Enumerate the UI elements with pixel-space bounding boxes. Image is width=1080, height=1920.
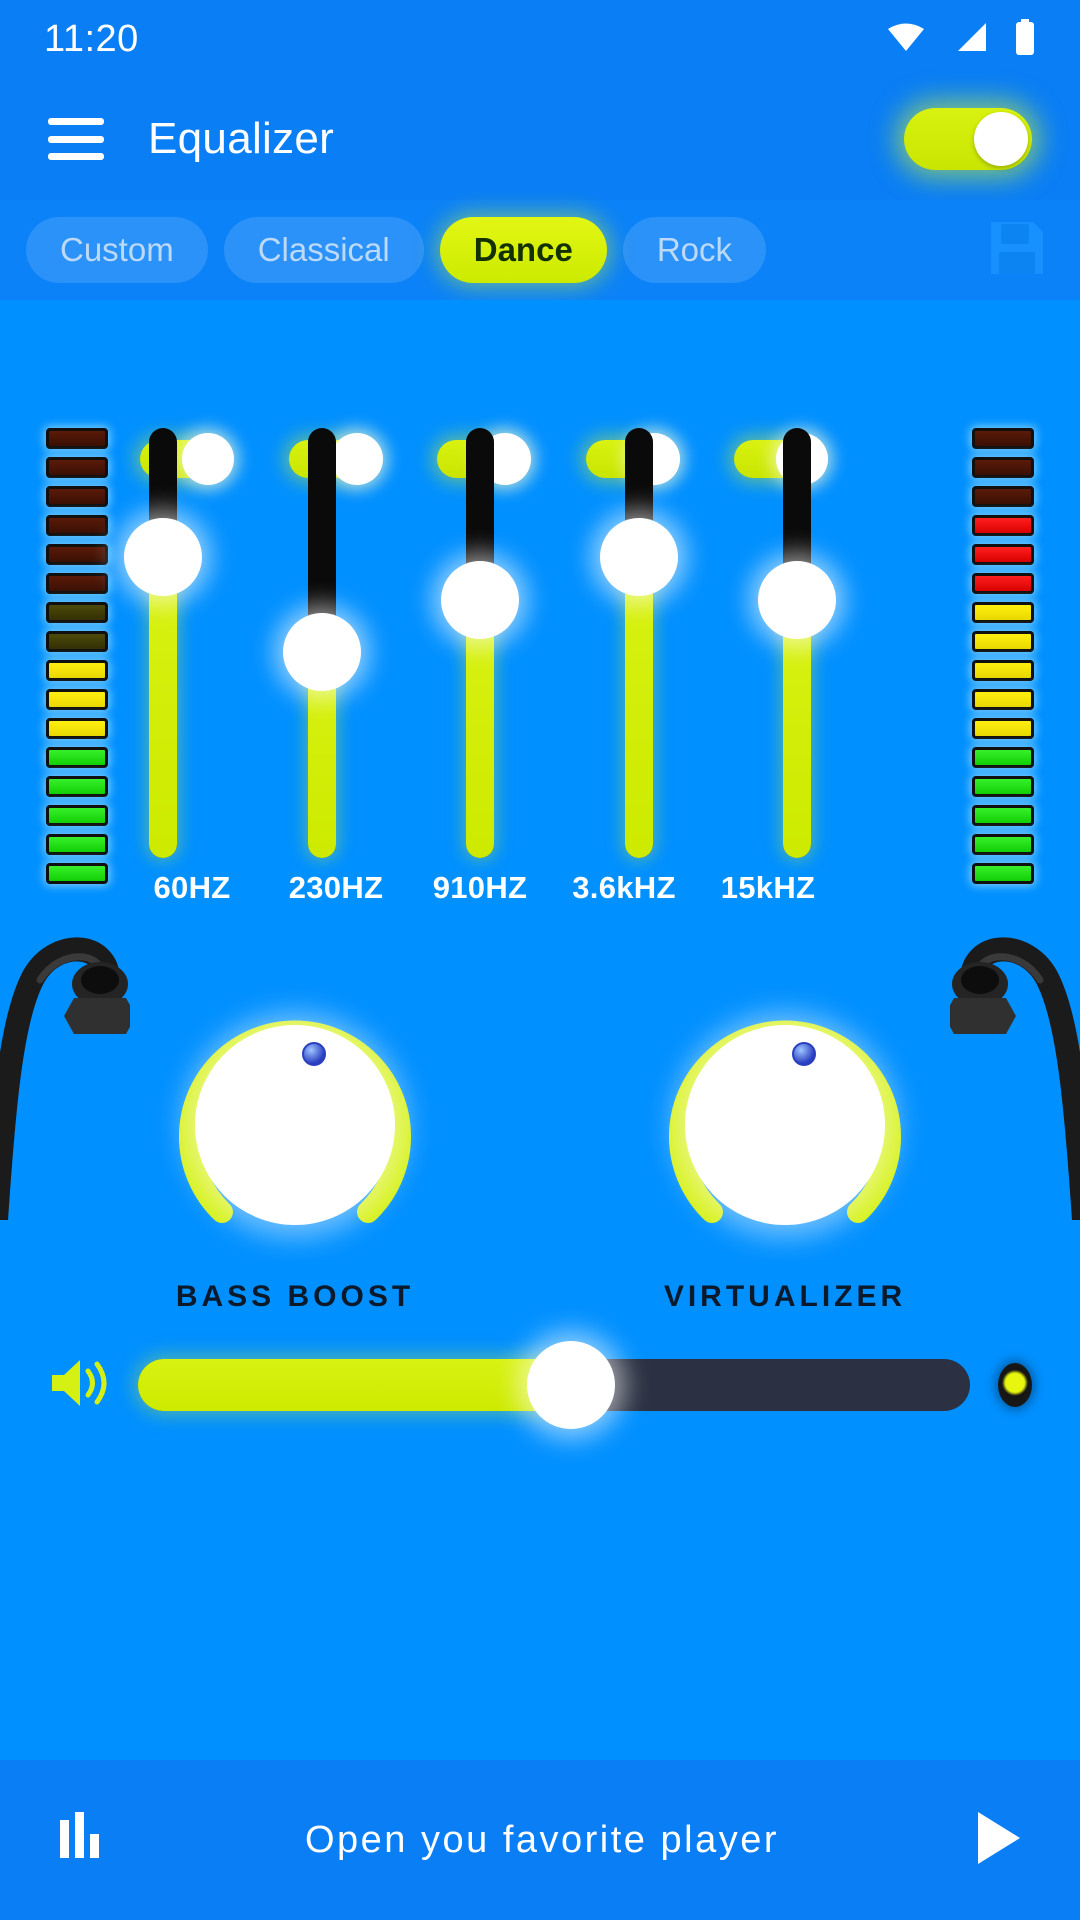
preset-tab-rock[interactable]: Rock — [622, 217, 766, 283]
vu-segment — [46, 805, 108, 826]
volume-max-indicator[interactable] — [998, 1363, 1032, 1407]
vu-segment — [46, 689, 108, 710]
freq-label-60hz: 60HZ — [153, 870, 231, 905]
equalizer-bars-icon — [56, 1810, 112, 1871]
vu-segment — [972, 428, 1034, 449]
volume-slider-fill — [138, 1359, 571, 1411]
vu-segment — [46, 747, 108, 768]
vu-segment — [972, 573, 1034, 594]
band-slider-15khz[interactable] — [758, 428, 836, 858]
vu-segment — [46, 544, 108, 565]
vu-segment — [46, 515, 108, 536]
band-slider-thumb[interactable] — [282, 612, 361, 691]
speaker-volume-icon[interactable] — [48, 1355, 110, 1416]
vu-segment — [972, 631, 1034, 652]
save-preset-button[interactable] — [980, 213, 1054, 287]
vu-segment — [46, 602, 108, 623]
bass-boost-knob[interactable]: BASS BOOST — [150, 980, 440, 1313]
band-slider-60hz[interactable] — [124, 428, 202, 858]
virtualizer-knob[interactable]: VIRTUALIZER — [640, 980, 930, 1313]
app-bar: Equalizer — [0, 78, 1080, 200]
freq-label-230hz: 230HZ — [288, 870, 384, 905]
preset-tab-custom[interactable]: Custom — [26, 217, 208, 283]
vu-segment — [972, 602, 1034, 623]
volume-slider-thumb[interactable] — [526, 1341, 615, 1429]
vu-segment — [46, 631, 108, 652]
freq-label-15khz: 15kHZ — [720, 870, 816, 905]
vu-segment — [972, 486, 1034, 507]
band-slider-230hz[interactable] — [282, 428, 361, 858]
vu-segment — [972, 515, 1034, 536]
volume-slider[interactable] — [138, 1341, 970, 1429]
vu-segment — [972, 776, 1034, 797]
vu-segment — [46, 457, 108, 478]
vu-segment — [972, 747, 1034, 768]
virtualizer-knob-indicator — [792, 1042, 816, 1066]
page-title: Equalizer — [148, 114, 335, 163]
vu-segment — [972, 457, 1034, 478]
vu-segment — [972, 544, 1034, 565]
play-triangle-icon[interactable] — [972, 1810, 1024, 1871]
vu-segment — [46, 428, 108, 449]
band-slider-thumb[interactable] — [599, 518, 678, 596]
band-slider-thumb[interactable] — [758, 561, 836, 639]
band-slider-row — [124, 428, 836, 858]
vu-segment — [46, 718, 108, 739]
bass-boost-knob-face — [195, 1025, 395, 1225]
virtualizer-knob-face — [685, 1025, 885, 1225]
hamburger-menu-icon[interactable] — [48, 118, 104, 160]
cellular-signal-icon — [952, 21, 988, 58]
vu-segment — [46, 834, 108, 855]
vu-meter-left — [46, 428, 108, 884]
vu-segment — [46, 573, 108, 594]
volume-row — [0, 1330, 1080, 1440]
bass-boost-label: BASS BOOST — [175, 1280, 415, 1313]
vu-segment — [972, 834, 1034, 855]
battery-icon — [1014, 18, 1036, 60]
open-player-label: Open you favorite player — [304, 1818, 779, 1861]
bottom-bar[interactable]: Open you favorite player — [0, 1760, 1080, 1920]
bass-boost-knob-indicator — [302, 1042, 326, 1066]
knob-row: BASS BOOST VIRTUALIZER — [0, 980, 1080, 1313]
vu-segment — [46, 486, 108, 507]
master-toggle-knob — [974, 112, 1028, 166]
vu-segment — [46, 660, 108, 681]
preset-tab-dance[interactable]: Dance — [439, 217, 607, 283]
status-icons — [886, 18, 1036, 60]
vu-segment — [972, 863, 1034, 884]
vu-segment — [972, 805, 1034, 826]
band-slider-thumb[interactable] — [441, 561, 519, 639]
band-slider-thumb[interactable] — [124, 518, 202, 596]
preset-tab-bar: Custom Classical Dance Rock — [0, 200, 1080, 300]
status-time: 11:20 — [44, 17, 139, 60]
vu-segment — [46, 776, 108, 797]
band-slider-3-6khz[interactable] — [599, 428, 678, 858]
vu-meter-right — [972, 428, 1034, 884]
vu-segment — [46, 863, 108, 884]
vu-segment — [972, 660, 1034, 681]
freq-label-910hz: 910HZ — [432, 870, 528, 905]
frequency-label-row: 60HZ 230HZ 910HZ 3.6kHZ 15kHZ — [120, 870, 840, 906]
save-floppy-disk-icon — [985, 216, 1049, 285]
master-power-toggle[interactable] — [904, 108, 1032, 170]
band-slider-fill — [624, 557, 653, 858]
wifi-icon — [886, 21, 926, 58]
virtualizer-label: VIRTUALIZER — [663, 1280, 907, 1313]
vu-segment — [972, 718, 1034, 739]
band-slider-910hz[interactable] — [441, 428, 519, 858]
freq-label-3-6khz: 3.6kHZ — [572, 870, 676, 905]
vu-segment — [972, 689, 1034, 710]
band-slider-fill — [149, 557, 177, 858]
equalizer-panel: 60HZ 230HZ 910HZ 3.6kHZ 15kHZ BASS BOOST… — [0, 300, 1080, 1760]
preset-tab-classical[interactable]: Classical — [223, 217, 424, 283]
status-bar: 11:20 — [0, 0, 1080, 78]
